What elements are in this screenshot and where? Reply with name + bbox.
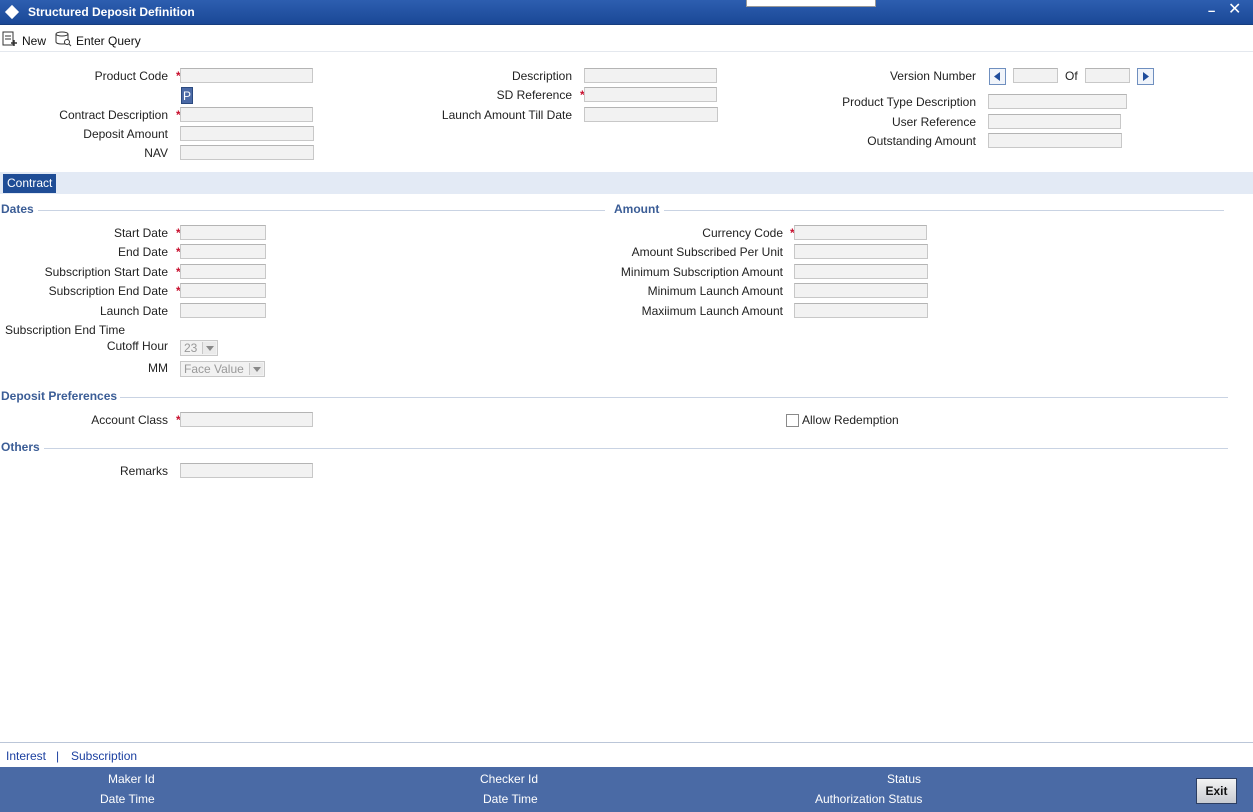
account-class-label: Account Class (91, 413, 168, 427)
sd-reference-label: SD Reference (496, 88, 572, 102)
subscription-end-date-input[interactable] (180, 283, 266, 298)
enter-query-button[interactable]: Enter Query (55, 31, 141, 50)
minimize-icon[interactable]: – (1208, 4, 1215, 17)
product-code-input[interactable] (180, 68, 313, 83)
chevron-down-icon (202, 342, 216, 354)
app-diamond-icon (4, 4, 20, 20)
version-count-input[interactable] (1085, 68, 1130, 83)
contract-description-input[interactable] (180, 107, 313, 122)
close-icon[interactable]: ✕ (1228, 2, 1241, 18)
minimum-subscription-amount-input[interactable] (794, 264, 928, 279)
new-button[interactable]: New (2, 31, 46, 50)
deposit-amount-input[interactable] (180, 126, 314, 141)
allow-redemption-checkbox[interactable] (786, 414, 799, 427)
exit-button[interactable]: Exit (1196, 778, 1237, 804)
launch-date-label: Launch Date (99, 304, 168, 318)
minimum-launch-amount-input[interactable] (794, 283, 928, 298)
mm-value: Face Value (184, 362, 244, 376)
currency-code-input[interactable] (794, 225, 927, 240)
minimum-launch-amount-label: Minimum Launch Amount (647, 284, 783, 298)
status-label: Status (887, 772, 922, 786)
new-button-label: New (22, 33, 47, 48)
description-label: Description (511, 69, 572, 83)
query-icon (55, 31, 72, 50)
amount-section-title: Amount (614, 202, 660, 216)
link-separator: | (56, 749, 60, 763)
subscription-start-date-input[interactable] (180, 264, 266, 279)
version-number-label: Version Number (889, 69, 976, 83)
others-section-title: Others (1, 440, 40, 454)
product-type-description-input[interactable] (988, 94, 1127, 109)
launch-amount-till-date-label: Launch Amount Till Date (441, 108, 572, 122)
user-reference-label: User Reference (891, 115, 976, 129)
window-title-bar: Structured Deposit Definition – ✕ (0, 0, 1253, 25)
arrow-right-icon (1143, 72, 1149, 81)
tab-strip: Contract (0, 172, 1253, 194)
mm-select[interactable]: Face Value (180, 361, 265, 377)
window-title: Structured Deposit Definition (28, 5, 195, 19)
mm-label: MM (148, 361, 168, 375)
subsystem-links-bar: Interest | Subscription (0, 742, 1253, 767)
account-class-input[interactable] (180, 412, 313, 427)
chevron-down-icon (249, 363, 263, 375)
remarks-label: Remarks (119, 464, 168, 478)
maximum-launch-amount-input[interactable] (794, 303, 928, 318)
currency-code-label: Currency Code (702, 226, 783, 240)
deposit-amount-label: Deposit Amount (83, 127, 168, 141)
audit-footer: Maker Id Date Time Checker Id Date Time … (0, 767, 1253, 812)
checker-id-label: Checker Id (480, 772, 539, 786)
subscription-end-time-label: Subscription End Time (5, 323, 126, 337)
section-divider (120, 397, 1228, 398)
product-type-description-label: Product Type Description (842, 95, 976, 109)
version-number-input[interactable] (1013, 68, 1058, 83)
minimum-subscription-amount-label: Minimum Subscription Amount (620, 265, 783, 279)
contract-description-label: Contract Description (59, 108, 168, 122)
description-input[interactable] (584, 68, 717, 83)
maximum-launch-amount-label: Maxiimum Launch Amount (641, 304, 783, 318)
cutoff-hour-value: 23 (184, 341, 198, 355)
launch-date-input[interactable] (180, 303, 266, 318)
subscription-end-date-label: Subscription End Date (48, 284, 168, 298)
new-document-icon (2, 31, 18, 50)
product-code-label: Product Code (94, 69, 168, 83)
interest-link[interactable]: Interest (6, 749, 46, 763)
of-label: Of (1065, 69, 1078, 83)
section-divider (38, 210, 605, 211)
tooltip-fragment (746, 0, 876, 7)
outstanding-amount-label: Outstanding Amount (867, 134, 976, 148)
arrow-left-icon (994, 72, 1000, 81)
section-divider (44, 448, 1228, 449)
next-version-button[interactable] (1137, 68, 1154, 85)
checker-date-time-label: Date Time (483, 792, 538, 806)
cutoff-hour-label: Cutoff Hour (106, 339, 168, 353)
section-divider (664, 210, 1224, 211)
cutoff-hour-select[interactable]: 23 (180, 340, 218, 356)
start-date-input[interactable] (180, 225, 266, 240)
nav-label: NAV (144, 146, 168, 160)
launch-amount-till-date-input[interactable] (584, 107, 718, 122)
authorization-status-label: Authorization Status (815, 792, 923, 806)
deposit-preferences-section-title: Deposit Preferences (1, 389, 118, 403)
user-reference-input[interactable] (988, 114, 1121, 129)
previous-version-button[interactable] (989, 68, 1006, 85)
subscription-link[interactable]: Subscription (71, 749, 137, 763)
toolbar: New Enter Query (0, 26, 1253, 52)
amount-subscribed-per-unit-label: Amount Subscribed Per Unit (631, 245, 783, 259)
maker-date-time-label: Date Time (100, 792, 155, 806)
subscription-start-date-label: Subscription Start Date (44, 265, 168, 279)
tab-contract[interactable]: Contract (3, 174, 57, 193)
sd-reference-input[interactable] (584, 87, 717, 102)
end-date-label: End Date (117, 245, 168, 259)
remarks-input[interactable] (180, 463, 313, 478)
enter-query-label: Enter Query (76, 33, 141, 48)
nav-input[interactable] (180, 145, 314, 160)
start-date-label: Start Date (113, 226, 168, 240)
outstanding-amount-input[interactable] (988, 133, 1122, 148)
allow-redemption-label: Allow Redemption (802, 413, 899, 427)
end-date-input[interactable] (180, 244, 266, 259)
product-code-lov-button[interactable]: P (181, 87, 193, 104)
dates-section-title: Dates (1, 202, 34, 216)
amount-subscribed-per-unit-input[interactable] (794, 244, 928, 259)
maker-id-label: Maker Id (108, 772, 155, 786)
